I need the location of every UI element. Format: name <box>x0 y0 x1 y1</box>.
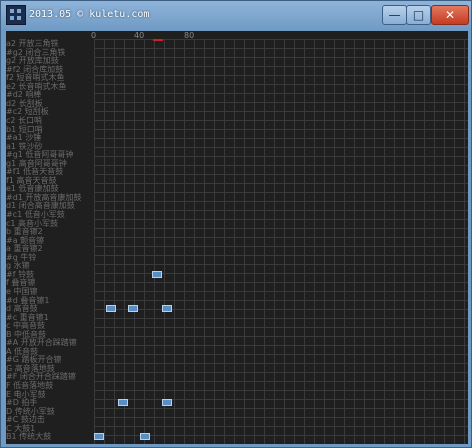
note-block[interactable] <box>152 270 162 278</box>
app-window: 2013.05 © kuletu.com — □ ✕ 0 40 80 a2 开放… <box>0 0 472 448</box>
title-bar[interactable]: 2013.05 © kuletu.com — □ ✕ <box>1 1 471 31</box>
note-block[interactable] <box>94 433 104 441</box>
note-block[interactable] <box>140 433 150 441</box>
note-block[interactable] <box>118 399 128 407</box>
maximize-button[interactable]: □ <box>406 5 431 25</box>
note-block[interactable] <box>162 399 172 407</box>
note-block[interactable] <box>128 305 138 313</box>
close-button[interactable]: ✕ <box>431 5 469 25</box>
note-block[interactable] <box>106 305 116 313</box>
note-block[interactable] <box>162 305 172 313</box>
sequencer-grid[interactable] <box>94 39 468 444</box>
note-row-label: B1 传统大鼓 <box>6 432 52 442</box>
drum-editor: 0 40 80 a2 开放三角铁 #g2 闭合三角铁 g2 开放库加鼓 #f2 闭合库… <box>6 31 468 444</box>
playhead-marker[interactable] <box>153 39 163 41</box>
minimize-button[interactable]: — <box>382 5 407 25</box>
window-title: 2013.05 © kuletu.com <box>29 9 150 20</box>
app-icon <box>6 5 26 25</box>
